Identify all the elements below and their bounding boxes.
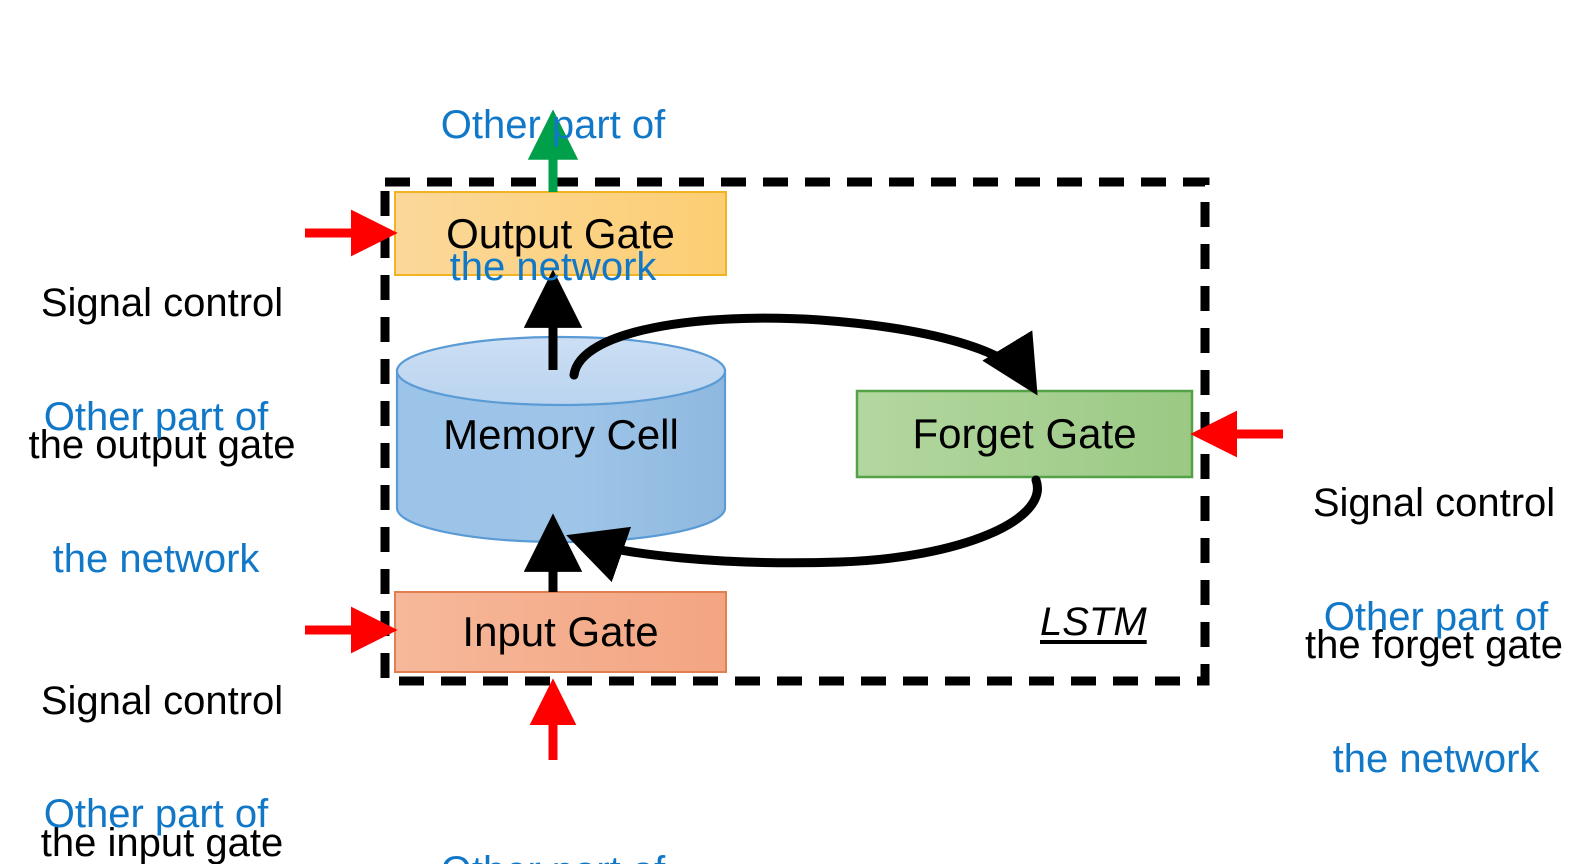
input-network-label: Other part of the network [16, 697, 296, 864]
lstm-inner-label: LSTM [1040, 600, 1147, 644]
top-network-label: Other part of the network [403, 8, 703, 386]
forget-gate-label: Forget Gate [912, 410, 1137, 457]
forget-network-line2: the network [1332, 736, 1540, 781]
input-network-line1: Other part of [43, 792, 269, 837]
memory-cell-label: Memory Cell [443, 411, 679, 458]
forget-network-line1: Other part of [1323, 595, 1549, 640]
input-gate-label: Input Gate [462, 608, 659, 655]
output-network-line2: the network [52, 536, 260, 581]
output-network-line1: Other part of [43, 395, 269, 440]
top-network-line2: the network [449, 244, 657, 289]
bottom-network-label: Other part of the network [403, 754, 703, 864]
forget-network-label: Other part of the network [1296, 500, 1576, 864]
top-network-line1: Other part of [440, 103, 666, 148]
lstm-diagram: Output Gate Memory Cell Forget Gate Inpu… [0, 0, 1591, 864]
bottom-network-line1: Other part of [403, 848, 703, 864]
